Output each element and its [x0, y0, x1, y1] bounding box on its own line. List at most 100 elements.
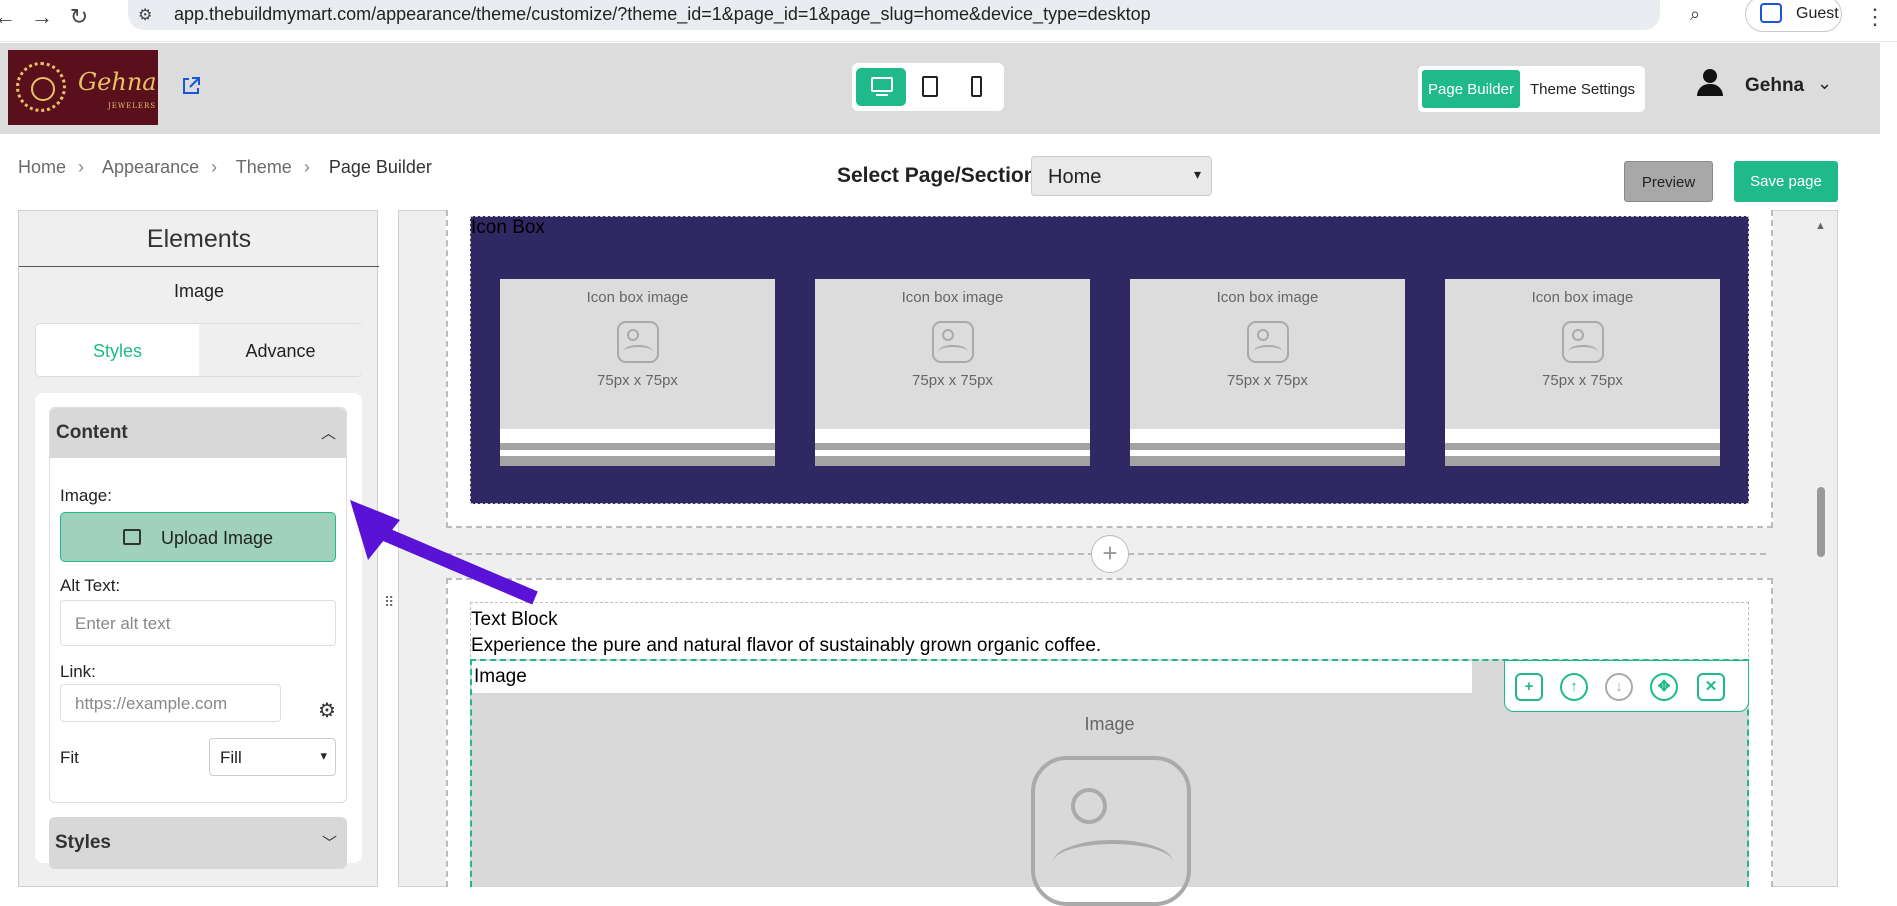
divider — [19, 266, 379, 267]
breadcrumb-appearance[interactable]: Appearance — [102, 157, 199, 177]
save-page-button[interactable]: Save page — [1734, 161, 1838, 202]
theme-settings-tab[interactable]: Theme Settings — [1530, 81, 1635, 98]
link-label: Link: — [60, 662, 96, 681]
styles-header-label: Styles — [55, 832, 111, 853]
settings-card: Content ︿ Image: Upload Image Alt Text: … — [35, 393, 362, 869]
scroll-up-icon[interactable]: ▲ — [1815, 220, 1826, 232]
breadcrumb-theme[interactable]: Theme — [236, 157, 292, 177]
logo-subtitle: JEWELERS — [108, 102, 157, 110]
mobile-view-button[interactable] — [950, 68, 1000, 106]
chevron-right-icon: › — [211, 157, 218, 177]
guest-profile-button[interactable]: Guest — [1745, 0, 1842, 32]
canvas-scrollbar[interactable] — [1817, 487, 1825, 557]
desktop-view-button[interactable] — [856, 68, 906, 106]
content-header-label: Content — [56, 422, 128, 443]
icon-box-card[interactable]: Icon box image 75px x 75px — [815, 279, 1090, 466]
external-link-icon[interactable] — [180, 75, 202, 97]
guest-label: Guest — [1796, 5, 1839, 22]
address-bar[interactable]: ⚙ app.thebuildmymart.com/appearance/them… — [128, 0, 1660, 30]
text-block-body: Experience the pure and natural flavor o… — [471, 635, 1102, 656]
content-accordion-header[interactable]: Content ︿ — [50, 408, 346, 458]
chevron-down-icon: ﹀ — [321, 835, 337, 852]
icon-box-caption: Icon box image — [586, 289, 689, 306]
breadcrumb-page-builder: Page Builder — [328, 157, 432, 177]
chevron-down-icon: ⌄ — [1817, 73, 1833, 93]
forward-icon[interactable]: → — [27, 4, 57, 30]
tablet-icon — [922, 76, 938, 97]
alt-text-input[interactable]: Enter alt text — [60, 600, 336, 646]
tab-styles[interactable]: Styles — [36, 324, 199, 376]
image-element-caption: Image — [1084, 714, 1135, 734]
browser-menu-icon[interactable]: ⋮ — [1860, 4, 1890, 30]
preview-button[interactable]: Preview — [1624, 161, 1713, 202]
move-down-icon[interactable]: ↓ — [1605, 673, 1633, 701]
annotation-arrow — [350, 500, 538, 605]
icon-box-size: 75px x 75px — [912, 372, 993, 389]
select-page-label: Select Page/Section: — [837, 164, 1044, 187]
browser-bar: ← → ↻ ⚙ app.thebuildmymart.com/appearanc… — [0, 0, 1897, 42]
icon-box-label: Icon Box — [471, 217, 545, 239]
image-placeholder-icon — [1247, 321, 1289, 363]
profile-icon — [1760, 3, 1782, 23]
alt-text-label: Alt Text: — [60, 576, 121, 595]
chevron-down-icon: ▾ — [320, 748, 327, 763]
image-placeholder-icon — [932, 321, 974, 363]
page-select-value: Home — [1048, 166, 1102, 188]
link-input[interactable]: https://example.com — [60, 684, 281, 722]
move-up-icon[interactable]: ↑ — [1560, 673, 1588, 701]
icon-box-size: 75px x 75px — [1227, 372, 1308, 389]
breadcrumb-home[interactable]: Home — [18, 157, 66, 177]
user-name: Gehna — [1745, 75, 1805, 96]
brand-logo[interactable]: Gehna JEWELERS — [8, 50, 158, 125]
chevron-down-icon: ▾ — [1193, 166, 1201, 182]
site-settings-icon[interactable]: ⚙ — [138, 5, 152, 25]
fit-label: Fit — [60, 748, 79, 767]
icon-box-caption: Icon box image — [1216, 289, 1319, 306]
icon-box-card[interactable]: Icon box image 75px x 75px — [1130, 279, 1405, 466]
duplicate-icon[interactable]: + — [1515, 673, 1543, 701]
gear-icon[interactable]: ⚙ — [318, 698, 336, 723]
app-header: Gehna JEWELERS Page Builder Theme Settin… — [0, 43, 1880, 134]
content-accordion: Content ︿ Image: Upload Image Alt Text: … — [49, 407, 347, 803]
tablet-view-button[interactable] — [904, 68, 954, 106]
chevron-up-icon: ︿ — [320, 425, 336, 442]
desktop-icon — [871, 77, 893, 92]
tab-advance[interactable]: Advance — [199, 324, 362, 376]
elements-panel: Elements Image Styles Advance Content ︿ … — [18, 210, 379, 887]
icon-box-size: 75px x 75px — [597, 372, 678, 389]
fit-select[interactable]: Fill ▾ — [209, 738, 336, 776]
search-in-page-icon[interactable]: ⌕ — [1680, 4, 1710, 25]
icon-box-caption: Icon box image — [901, 289, 1004, 306]
icon-box-caption: Icon box image — [1531, 289, 1634, 306]
element-toolbar: + ↑ ↓ ✥ ✕ — [1504, 660, 1749, 712]
drag-move-icon[interactable]: ✥ — [1650, 673, 1678, 701]
device-switcher — [852, 63, 1004, 111]
reload-icon[interactable]: ↻ — [64, 4, 94, 30]
fit-select-value: Fill — [220, 748, 242, 767]
logo-name: Gehna — [78, 68, 157, 96]
image-field-label: Image: — [60, 486, 112, 505]
add-section-button[interactable]: + — [1091, 535, 1129, 573]
user-menu[interactable]: Gehna ⌄ — [1693, 67, 1838, 107]
builder-mode-toggle: Page Builder Theme Settings — [1418, 66, 1645, 112]
text-block-label: Text Block — [471, 609, 558, 630]
styles-accordion-header[interactable]: Styles ﹀ — [49, 817, 347, 869]
icon-box-card[interactable]: Icon box image 75px x 75px — [500, 279, 775, 466]
icon-box-element[interactable]: Icon Box Icon box image 75px x 75px Icon… — [470, 216, 1749, 504]
page-builder-tab[interactable]: Page Builder — [1422, 70, 1520, 108]
icon-box-card[interactable]: Icon box image 75px x 75px — [1445, 279, 1720, 466]
mobile-icon — [971, 76, 982, 97]
back-icon[interactable]: ← — [0, 4, 20, 30]
upload-image-button[interactable]: Upload Image — [60, 512, 336, 562]
image-placeholder-icon — [1562, 321, 1604, 363]
image-element-label: Image — [472, 661, 1472, 693]
chevron-right-icon: › — [78, 157, 85, 177]
image-placeholder-icon — [1031, 756, 1191, 906]
page-select[interactable]: Home ▾ — [1031, 156, 1212, 196]
close-icon[interactable]: ✕ — [1697, 673, 1725, 701]
chevron-right-icon: › — [303, 157, 310, 177]
icon-box-size: 75px x 75px — [1542, 372, 1623, 389]
text-block-element[interactable]: Text Block Experience the pure and natur… — [470, 602, 1749, 662]
panel-subtitle: Image — [173, 281, 225, 301]
image-icon — [123, 529, 141, 545]
